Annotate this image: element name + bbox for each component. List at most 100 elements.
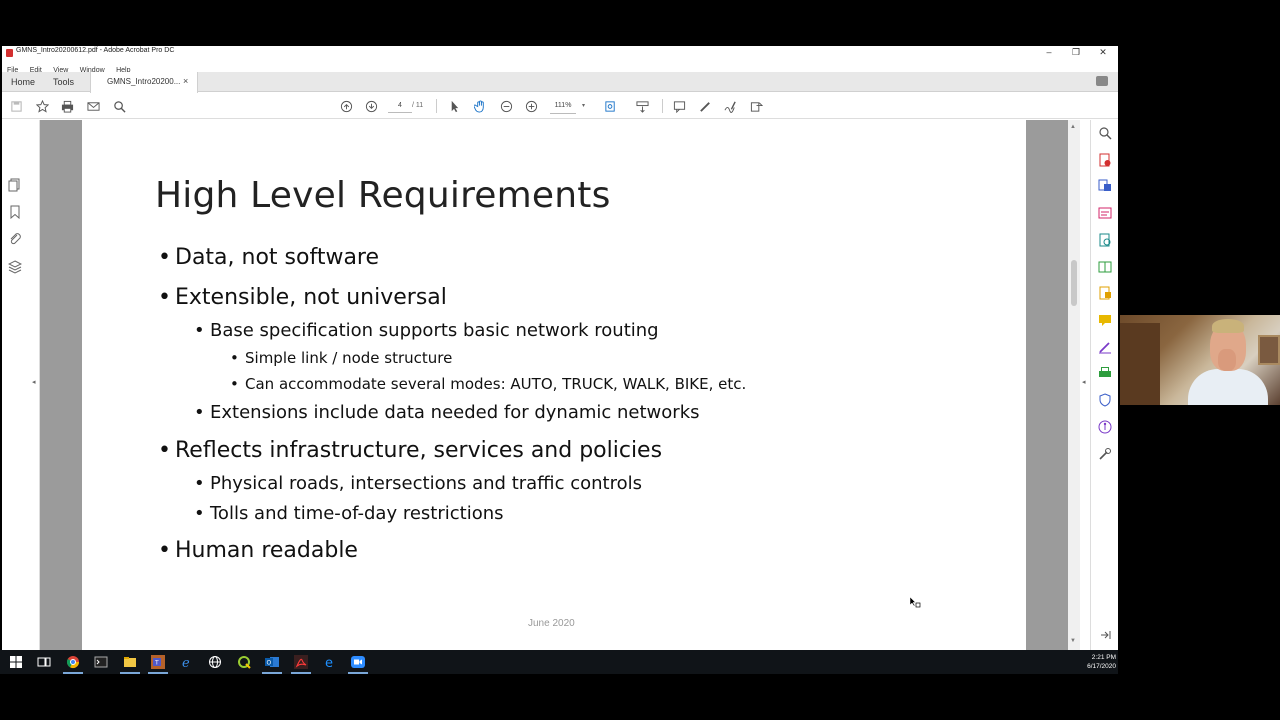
teams-icon[interactable]: T <box>148 654 168 674</box>
scrollbar-thumb[interactable] <box>1071 260 1077 306</box>
toolbar-divider-2 <box>662 99 663 113</box>
hand-tool-icon[interactable] <box>472 98 488 114</box>
shield-icon[interactable] <box>1098 393 1112 407</box>
qgis-icon[interactable] <box>236 654 252 670</box>
save-icon[interactable] <box>8 98 24 114</box>
scroll-down-arrow[interactable]: ▼ <box>1070 638 1076 644</box>
page-total: / 11 <box>412 102 424 109</box>
tab-home[interactable]: Home <box>11 72 35 92</box>
star-icon[interactable] <box>34 98 50 114</box>
bullet-dot: • <box>158 438 171 463</box>
bullet-dot: • <box>194 503 205 524</box>
create-pdf-icon[interactable] <box>1098 179 1112 193</box>
windows-taskbar: T e O e 2:21 PM 6/17/2020 <box>0 650 1118 674</box>
zoom-out-icon[interactable] <box>498 98 514 114</box>
right-tools-panel <box>1090 120 1118 650</box>
bullet-item: • Tolls and time-of-day restrictions <box>194 503 504 524</box>
zoom-dropdown-arrow[interactable]: ▾ <box>582 99 585 113</box>
vertical-scrollbar[interactable]: ▲ ▼ <box>1068 120 1080 650</box>
toolbar: 4 / 11 111% ▾ <box>2 93 1118 119</box>
bullet-item: • Human readable <box>158 538 358 563</box>
webcam-person-hand <box>1218 349 1236 371</box>
minimize-button[interactable]: – <box>1036 46 1062 59</box>
acrobat-window: GMNS_Intro20200612.pdf - Adobe Acrobat P… <box>2 46 1118 650</box>
chrome-icon[interactable] <box>63 654 83 674</box>
bullet-text: Data, not software <box>175 245 380 270</box>
zoom-app-icon[interactable] <box>348 654 368 674</box>
comment-panel-icon[interactable] <box>1098 313 1112 327</box>
next-page-icon[interactable] <box>363 98 379 114</box>
zoom-search-icon[interactable] <box>1098 126 1112 140</box>
protect-files-icon[interactable] <box>1098 286 1112 300</box>
attachment-icon[interactable] <box>8 232 22 246</box>
terminal-icon[interactable] <box>93 654 109 670</box>
print-icon[interactable] <box>59 98 75 114</box>
more-tools-icon[interactable] <box>1098 447 1112 461</box>
close-tab-button[interactable]: × <box>183 76 188 86</box>
comment-tool-icon[interactable] <box>671 98 687 114</box>
sign-icon[interactable] <box>722 98 738 114</box>
bullet-text: Simple link / node structure <box>245 349 453 367</box>
webcam-person-hair <box>1212 319 1244 333</box>
task-view-icon[interactable] <box>36 654 52 670</box>
bullet-dot: • <box>230 375 239 393</box>
close-window-button[interactable]: ✕ <box>1090 46 1116 59</box>
system-clock[interactable]: 2:21 PM 6/17/2020 <box>1080 653 1116 671</box>
slide-footer-date: June 2020 <box>528 618 575 629</box>
comment-icon[interactable] <box>1096 76 1108 86</box>
organize-pages-icon[interactable] <box>1098 233 1112 247</box>
accessibility-icon[interactable] <box>1098 420 1112 434</box>
document-viewer[interactable]: High Level Requirements • Data, not softw… <box>40 120 1068 650</box>
webcam-person-body <box>1188 369 1268 405</box>
scroll-up-arrow[interactable]: ▲ <box>1070 124 1076 130</box>
bullet-dot: • <box>158 245 171 270</box>
page-fit-icon[interactable] <box>602 98 618 114</box>
search-icon[interactable] <box>111 98 127 114</box>
ie-icon[interactable]: e <box>322 654 338 670</box>
zoom-level-input[interactable]: 111% <box>550 99 576 114</box>
tab-document[interactable]: GMNS_Intro20200... × <box>90 72 198 93</box>
bullet-item: • Extensions include data needed for dyna… <box>194 402 700 423</box>
page-number-input[interactable]: 4 <box>388 99 412 113</box>
tab-tools[interactable]: Tools <box>53 72 74 92</box>
layers-icon[interactable] <box>7 260 23 274</box>
edge-icon[interactable]: e <box>179 654 195 670</box>
menu-bar: File Edit View Window Help <box>2 59 1118 74</box>
webcam-background <box>1120 323 1160 405</box>
scroll-mode-icon[interactable] <box>634 98 650 114</box>
file-explorer-icon[interactable] <box>120 654 140 674</box>
email-icon[interactable] <box>85 98 101 114</box>
zoom-in-icon[interactable] <box>523 98 539 114</box>
bullet-dot: • <box>158 538 171 563</box>
print-production-icon[interactable] <box>1098 366 1112 380</box>
bullet-dot: • <box>194 320 205 341</box>
webcam-video-overlay <box>1120 315 1280 405</box>
bullet-dot: • <box>158 285 171 310</box>
slide-title: High Level Requirements <box>155 175 611 216</box>
collapse-right-panel-icon[interactable]: ◂ <box>1082 378 1086 386</box>
page-thumbnails-icon[interactable] <box>8 178 22 192</box>
bullet-text: Reflects infrastructure, services and po… <box>175 438 663 463</box>
combine-files-icon[interactable] <box>1098 260 1112 274</box>
outlook-icon[interactable]: O <box>262 654 282 674</box>
share-icon[interactable] <box>748 98 764 114</box>
bullet-text: Tolls and time-of-day restrictions <box>210 503 504 524</box>
acrobat-taskbar-icon[interactable] <box>291 654 311 674</box>
edit-pdf-icon[interactable] <box>1098 206 1112 220</box>
pen-icon[interactable] <box>697 98 713 114</box>
select-cursor-icon[interactable] <box>446 98 462 114</box>
bullet-text: Can accommodate several modes: AUTO, TRU… <box>245 375 747 393</box>
mouse-cursor <box>909 596 922 608</box>
export-pdf-icon[interactable] <box>1098 153 1112 167</box>
previous-page-icon[interactable] <box>338 98 354 114</box>
restore-button[interactable]: ❐ <box>1063 46 1089 59</box>
clock-date: 6/17/2020 <box>1087 663 1116 670</box>
globe-icon[interactable] <box>207 654 223 670</box>
windows-start-icon[interactable] <box>8 654 24 670</box>
expand-panel-icon[interactable] <box>1098 628 1112 642</box>
collapse-left-panel-icon[interactable]: ◂ <box>32 378 36 386</box>
fill-sign-icon[interactable] <box>1098 340 1112 354</box>
title-bar: GMNS_Intro20200612.pdf - Adobe Acrobat P… <box>2 46 1118 59</box>
pdf-page: High Level Requirements • Data, not softw… <box>82 120 1026 650</box>
bookmark-icon[interactable] <box>8 205 22 220</box>
